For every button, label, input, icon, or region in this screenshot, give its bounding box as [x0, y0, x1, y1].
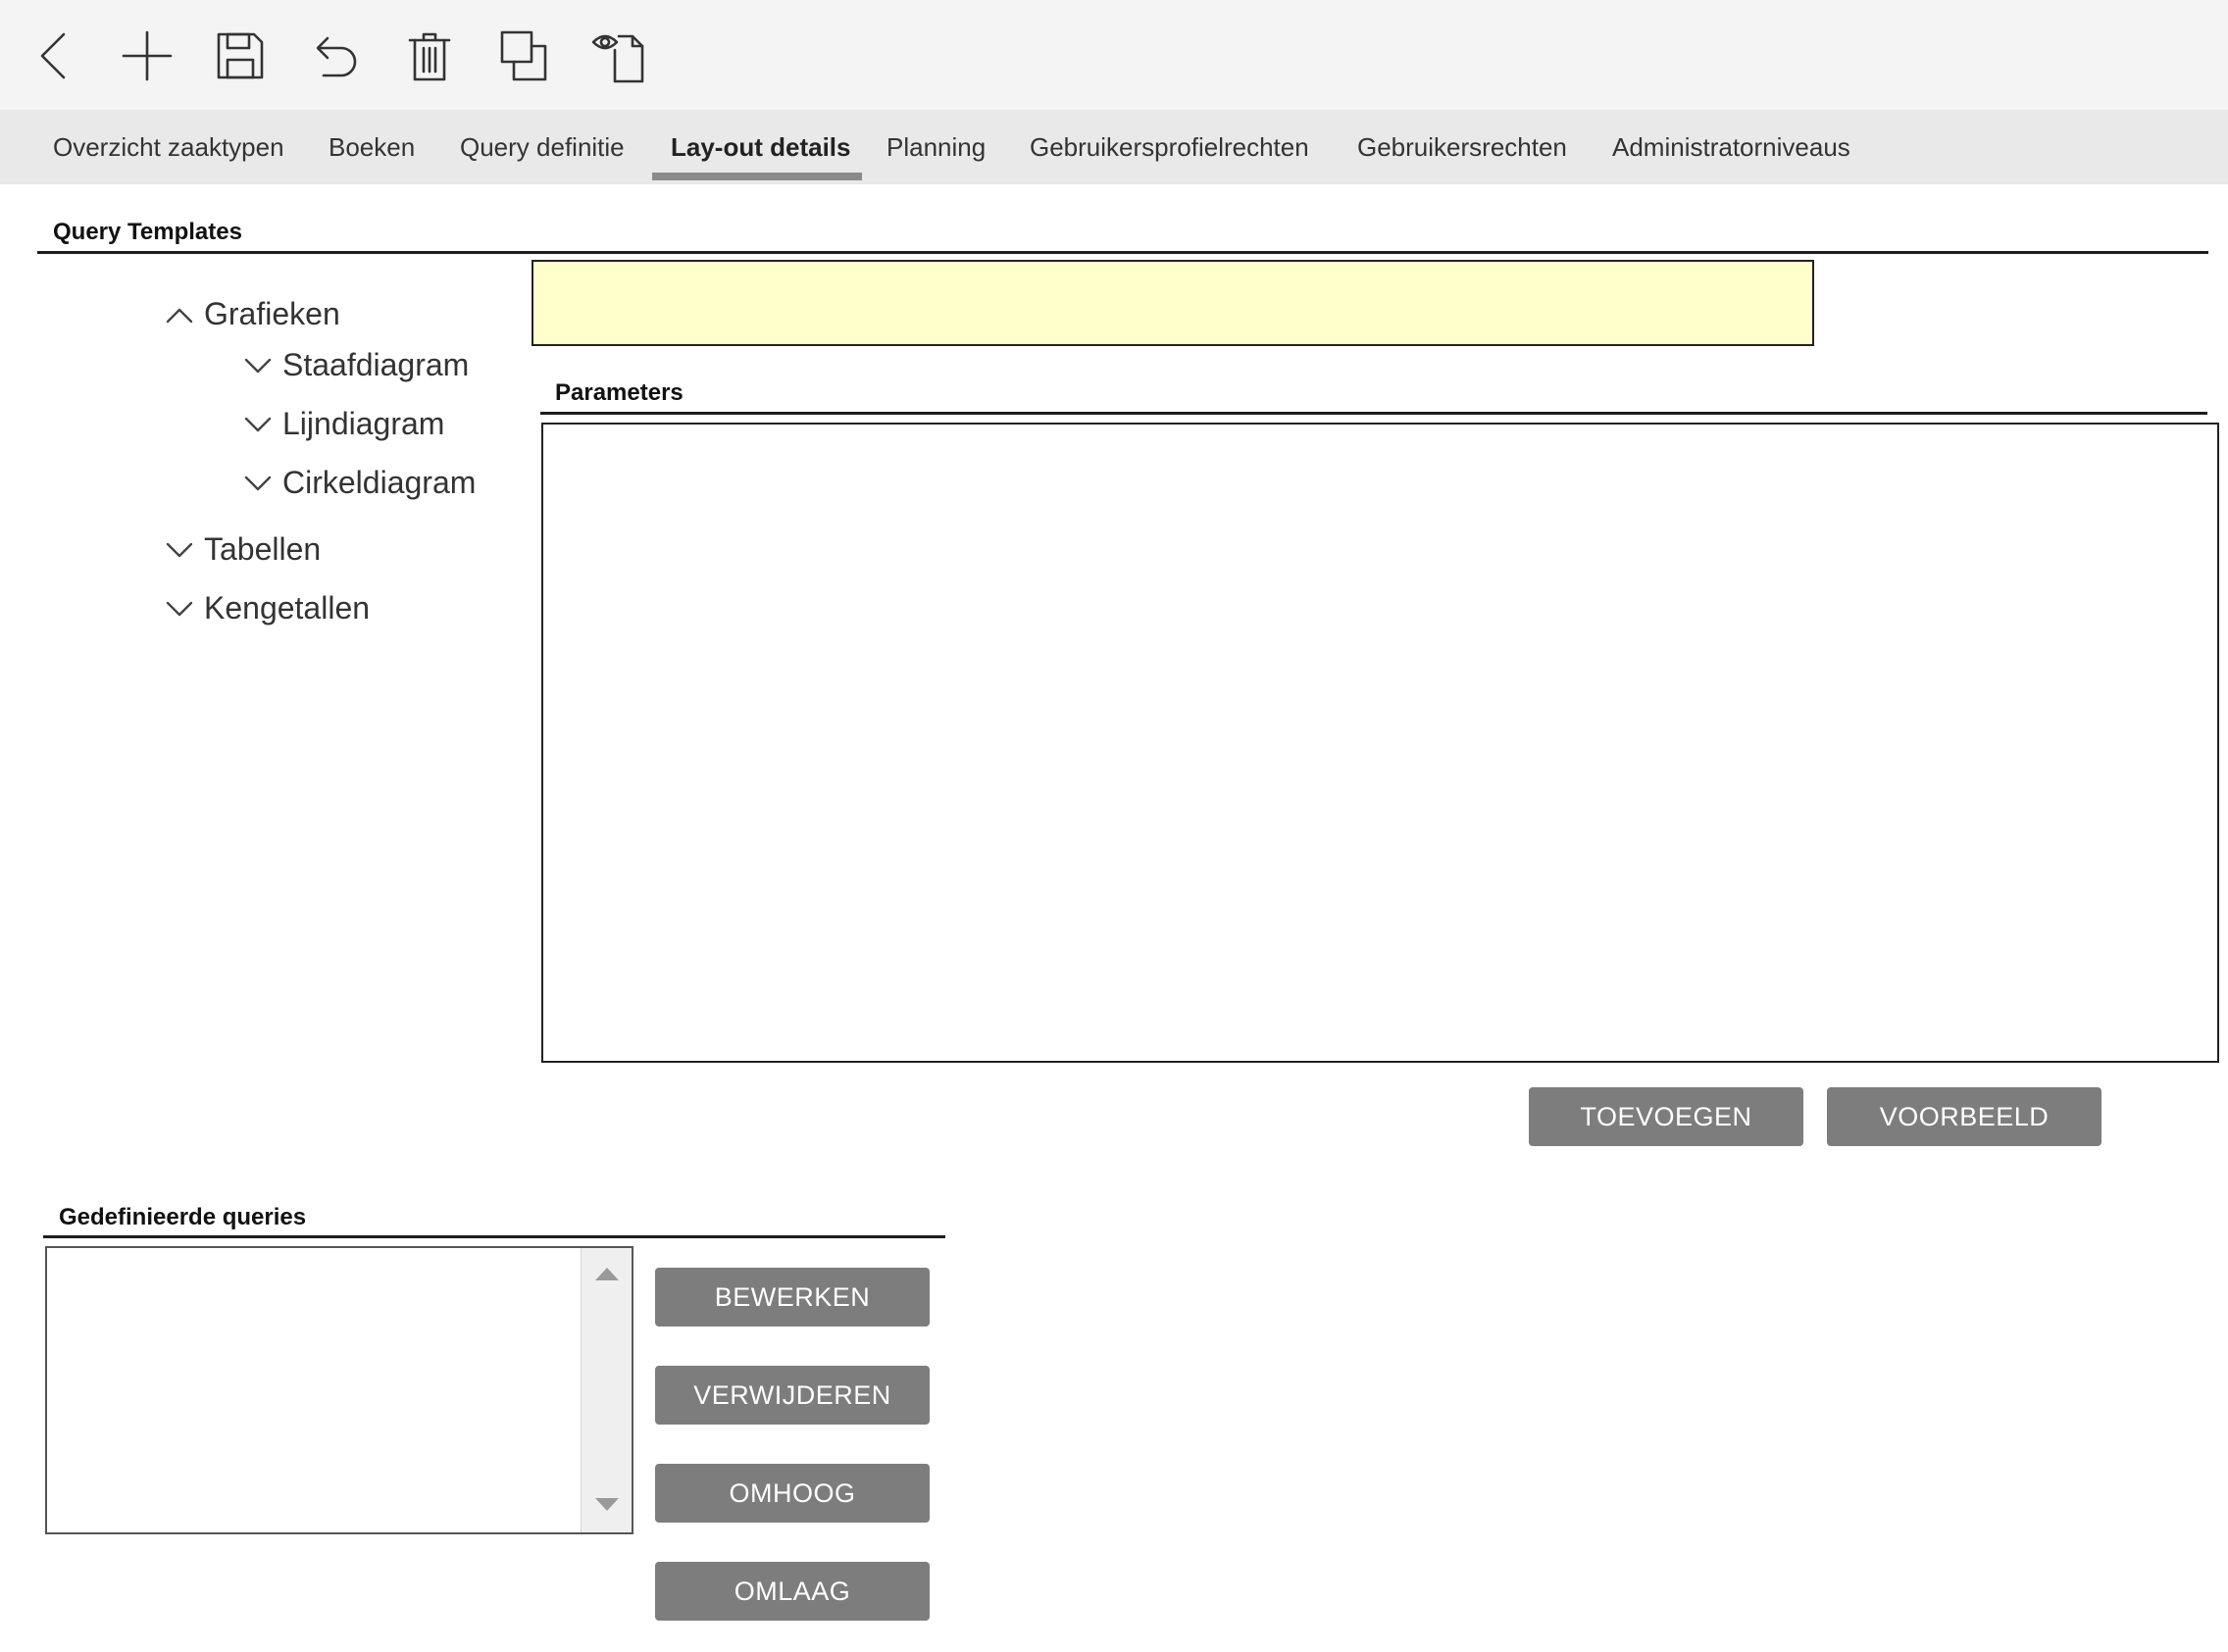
tree-node-grafieken[interactable]: Grafieken	[165, 296, 340, 332]
back-icon	[40, 32, 66, 79]
chevron-up-icon	[166, 308, 193, 323]
add-icon	[122, 30, 173, 81]
undo-button[interactable]	[301, 22, 370, 90]
tab-bar: Overzicht zaaktypen Boeken Query definit…	[0, 110, 2228, 184]
edit-button[interactable]: BEWERKEN	[655, 1268, 930, 1327]
copy-button[interactable]	[489, 22, 558, 90]
defined-queries-divider	[43, 1235, 945, 1238]
query-templates-divider	[37, 251, 2208, 254]
tab-query-definitie[interactable]: Query definitie	[460, 110, 625, 184]
tree-node-kengetallen[interactable]: Kengetallen	[165, 590, 370, 626]
preview-button-voorbeeld[interactable]: VOORBEELD	[1827, 1087, 2101, 1146]
chevron-down-icon	[244, 417, 272, 431]
toolbar	[0, 0, 2228, 110]
preview-icon	[591, 34, 644, 83]
chevron-down-icon	[166, 542, 193, 557]
tree-node-tabellen[interactable]: Tabellen	[165, 531, 321, 568]
tab-boeken[interactable]: Boeken	[329, 110, 415, 184]
tab-gebruikersrechten[interactable]: Gebruikersrechten	[1357, 110, 1567, 184]
tree-node-label: Staafdiagram	[282, 347, 470, 382]
tab-planning[interactable]: Planning	[886, 110, 986, 184]
copy-icon	[500, 30, 547, 81]
defined-queries-list[interactable]	[45, 1246, 633, 1534]
tree-node-label: Kengetallen	[204, 590, 371, 626]
tree-node-cirkeldiagram[interactable]: Cirkeldiagram	[243, 465, 476, 501]
undo-icon	[316, 36, 357, 77]
add-button[interactable]	[113, 22, 181, 90]
active-tab-indicator	[652, 173, 862, 180]
delete-query-button[interactable]: VERWIJDEREN	[655, 1366, 930, 1425]
chevron-down-icon	[166, 601, 193, 616]
chevron-down-icon	[244, 358, 272, 373]
query-templates-title: Query Templates	[53, 219, 242, 245]
tree-node-label: Lijndiagram	[282, 406, 445, 441]
move-up-button[interactable]: OMHOOG	[655, 1464, 930, 1523]
tab-gebruikersprofielrechten[interactable]: Gebruikersprofielrechten	[1030, 110, 1309, 184]
tree-node-label: Tabellen	[204, 531, 322, 567]
parameters-title: Parameters	[555, 379, 684, 406]
tree-node-staafdiagram[interactable]: Staafdiagram	[243, 347, 469, 383]
chevron-down-icon	[244, 476, 272, 490]
tab-overzicht-zaaktypen[interactable]: Overzicht zaaktypen	[53, 110, 284, 184]
scroll-down-icon[interactable]	[595, 1498, 619, 1511]
defined-queries-title: Gedefinieerde queries	[59, 1204, 307, 1230]
query-name-field[interactable]	[532, 260, 1814, 346]
preview-button[interactable]	[584, 22, 653, 90]
scrollbar[interactable]	[581, 1248, 632, 1532]
tree-node-label: Grafieken	[204, 296, 340, 331]
save-button[interactable]	[206, 22, 275, 90]
delete-button[interactable]	[395, 22, 464, 90]
add-button-toevoegen[interactable]: TOEVOEGEN	[1529, 1087, 1803, 1146]
back-button[interactable]	[22, 22, 90, 90]
save-icon	[217, 32, 264, 79]
tree-node-lijndiagram[interactable]: Lijndiagram	[243, 406, 444, 442]
delete-icon	[408, 32, 451, 81]
tab-administratorniveaus[interactable]: Administratorniveaus	[1612, 110, 1850, 184]
parameters-divider	[540, 412, 2207, 415]
parameters-panel[interactable]	[541, 423, 2219, 1063]
move-down-button[interactable]: OMLAAG	[655, 1562, 930, 1621]
tree-node-label: Cirkeldiagram	[282, 465, 477, 500]
scroll-up-icon[interactable]	[595, 1268, 619, 1280]
